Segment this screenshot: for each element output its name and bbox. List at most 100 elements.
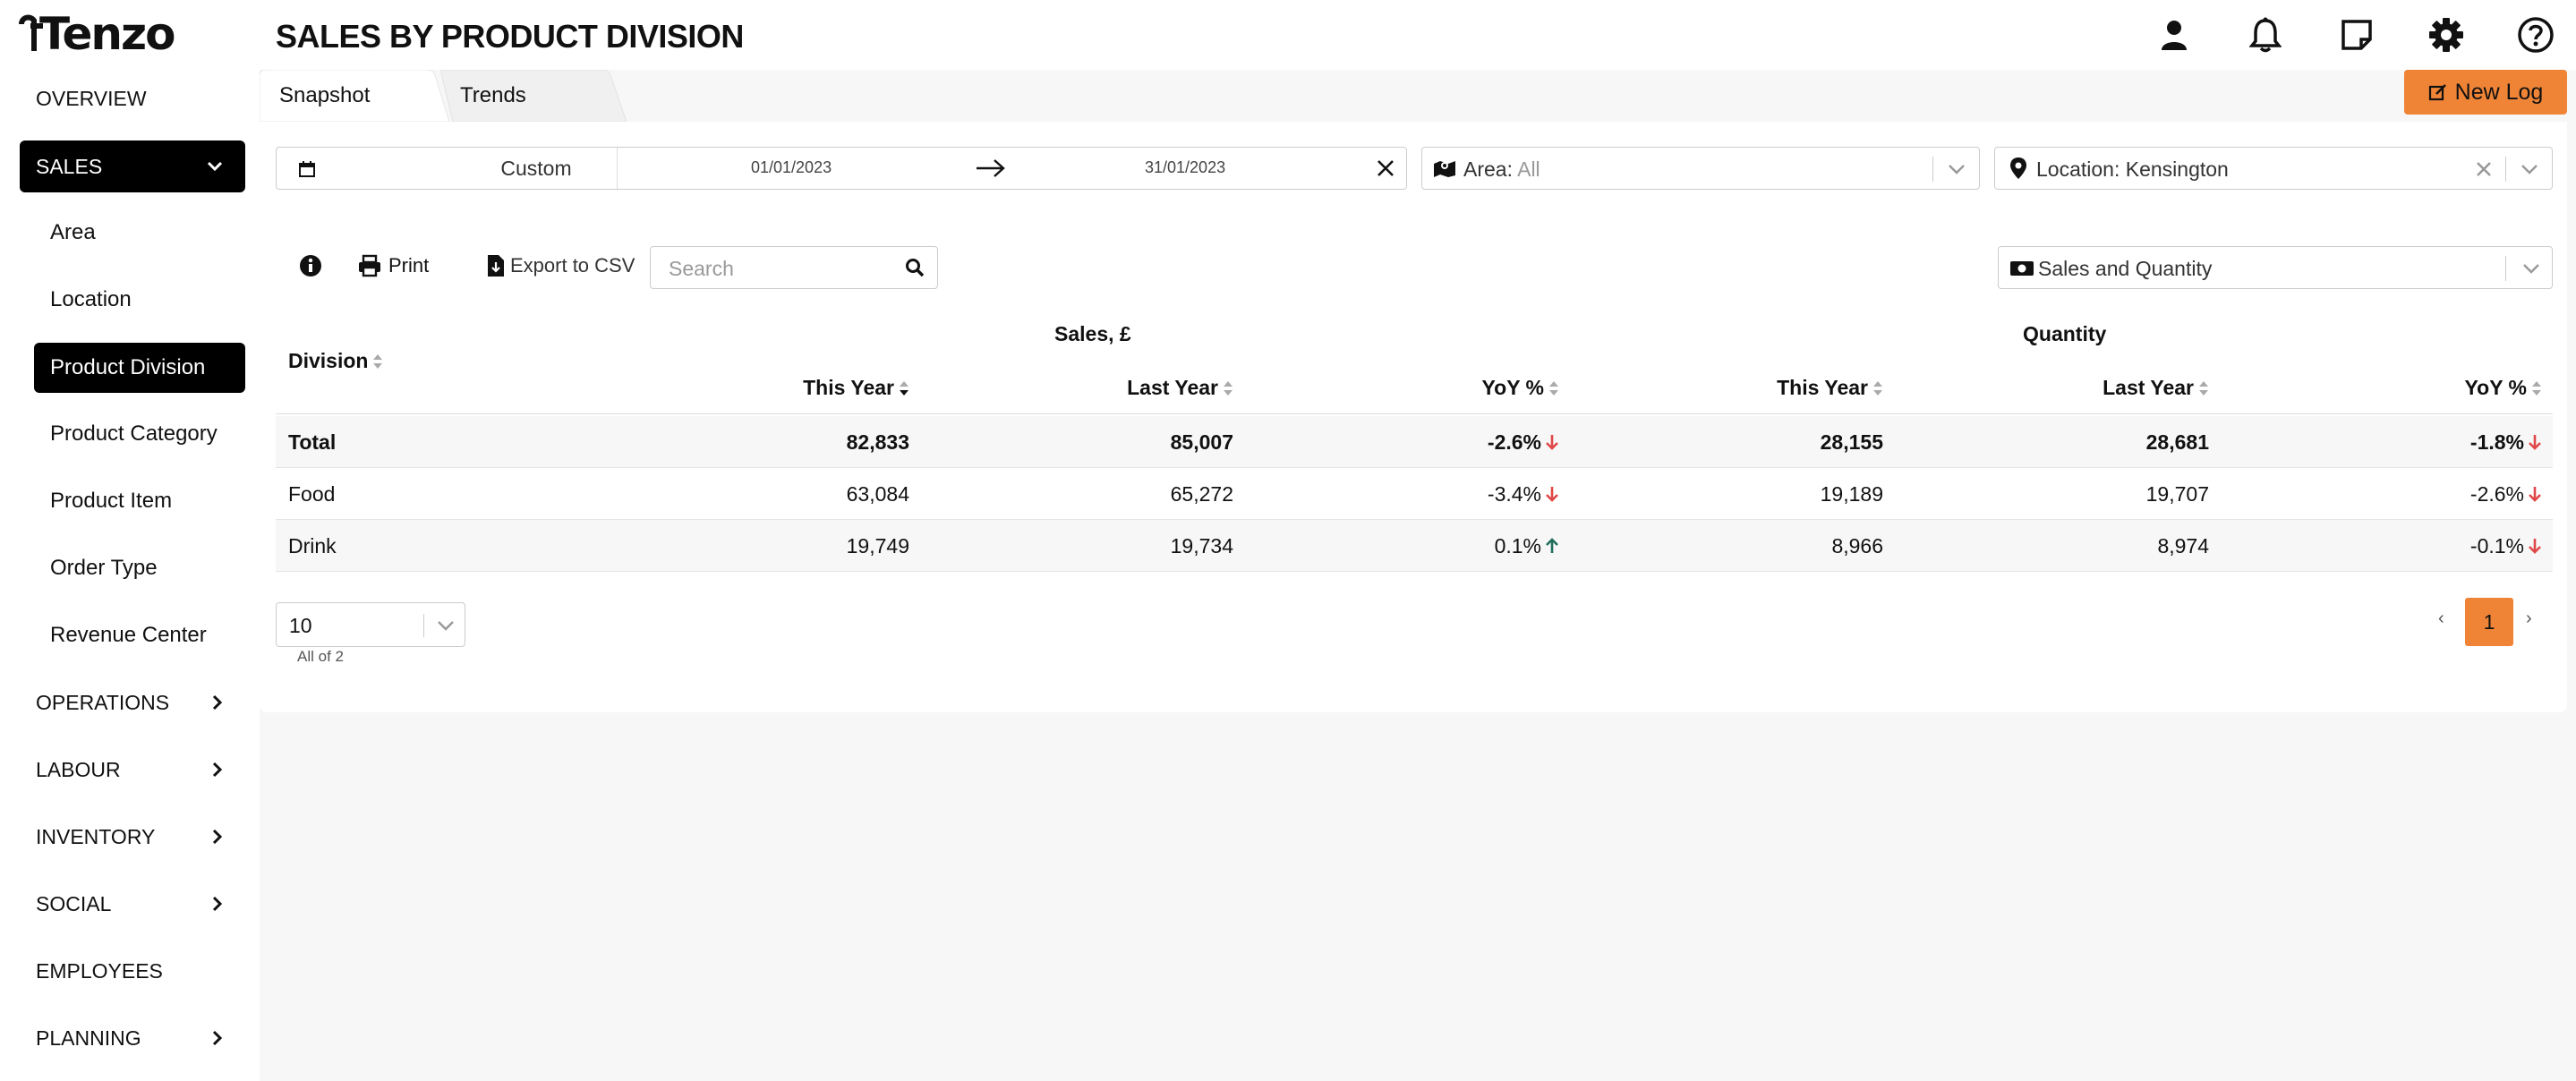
chevron-right-icon xyxy=(212,694,223,711)
group-header-quantity: Quantity xyxy=(2023,322,2107,345)
tab-snapshot-label: Snapshot xyxy=(279,83,371,107)
location-select[interactable]: Location: Kensington xyxy=(1994,147,2553,190)
pagination-summary: All of 2 xyxy=(297,648,344,665)
print-button[interactable]: Print xyxy=(358,251,429,281)
sidebar-item-label: INVENTORY xyxy=(36,824,156,848)
arrow-up-icon xyxy=(1546,538,1558,553)
column-header-qty-last-year[interactable]: Last Year xyxy=(2103,376,2209,400)
arrow-down-icon xyxy=(2529,435,2541,450)
chevron-down-icon xyxy=(1949,165,1965,174)
sidebar-item-labour[interactable]: LABOUR xyxy=(36,745,245,795)
sidebar-item-inventory[interactable]: INVENTORY xyxy=(36,812,245,862)
chevron-right-icon xyxy=(212,896,223,912)
group-header-sales: Sales, £ xyxy=(1054,322,1131,345)
clear-location-icon[interactable] xyxy=(2475,160,2493,178)
sort-icon xyxy=(1549,380,1558,396)
new-log-button[interactable]: New Log xyxy=(2404,70,2567,115)
sidebar-item-sales[interactable]: SALES xyxy=(20,140,245,192)
column-header-sales-last-year[interactable]: Last Year xyxy=(1127,376,1233,400)
sort-active-icon xyxy=(900,380,908,396)
print-label: Print xyxy=(388,254,430,277)
location-value: Kensington xyxy=(2125,157,2229,181)
map-pin-icon xyxy=(2010,157,2026,179)
edit-icon xyxy=(2428,84,2446,101)
cell-qty-ly: 19,707 xyxy=(2145,481,2209,506)
export-csv-label: Export to CSV xyxy=(510,254,635,277)
sidebar-sub-product-category[interactable]: Product Category xyxy=(50,409,245,459)
user-icon[interactable] xyxy=(2152,13,2196,57)
cell-sales-yoy: 0.1% xyxy=(1495,520,1559,572)
logo-text: Tenzo xyxy=(39,8,175,60)
metric-select[interactable]: Sales and Quantity xyxy=(1998,246,2553,289)
sidebar-sub-product-item[interactable]: Product Item xyxy=(50,476,245,526)
page-size-select[interactable]: 10 xyxy=(276,602,465,647)
tab-snapshot[interactable]: Snapshot xyxy=(260,70,453,122)
cell-qty-ly: 8,974 xyxy=(2157,533,2209,558)
sidebar-item-label: LABOUR xyxy=(36,757,121,781)
bell-icon[interactable] xyxy=(2243,13,2288,57)
cell-division: Total xyxy=(288,430,337,454)
chevron-right-icon xyxy=(212,1030,223,1046)
sort-icon xyxy=(2532,380,2541,396)
sidebar-sub-order-type[interactable]: Order Type xyxy=(50,543,245,593)
date-from-input[interactable]: 01/01/2023 xyxy=(751,158,832,177)
clear-date-icon[interactable] xyxy=(1376,158,1395,178)
chevron-down-icon xyxy=(2521,165,2538,174)
info-icon[interactable] xyxy=(299,254,322,277)
sidebar-item-operations[interactable]: OPERATIONS xyxy=(36,677,245,728)
tenzo-logo[interactable]: Tenzo xyxy=(18,8,175,60)
column-header-sales-yoy[interactable]: YoY % xyxy=(1482,376,1559,400)
chevron-right-icon xyxy=(212,829,223,845)
help-icon[interactable] xyxy=(2513,13,2558,57)
location-label: Location: xyxy=(2036,157,2120,181)
search-icon[interactable] xyxy=(905,258,925,277)
sidebar-sub-product-division[interactable]: Product Division xyxy=(34,343,245,393)
top-bar: Tenzo SALES BY PRODUCT DIVISION xyxy=(0,0,2576,70)
tab-trends[interactable]: Trends xyxy=(440,70,630,122)
arrow-down-icon xyxy=(2529,539,2541,554)
sidebar-sub-revenue-center[interactable]: Revenue Center xyxy=(50,610,245,660)
date-mode-select[interactable]: Custom xyxy=(375,148,697,189)
export-csv-button[interactable]: Export to CSV xyxy=(487,251,635,281)
sidebar-sub-location[interactable]: Location xyxy=(50,275,245,325)
cell-division: Drink xyxy=(288,533,337,558)
cell-qty-yoy: -2.6% xyxy=(2470,468,2542,520)
calendar-icon[interactable] xyxy=(298,160,316,178)
area-select[interactable]: Area: All xyxy=(1421,147,1980,190)
divider xyxy=(617,148,618,189)
header-divider xyxy=(276,413,2553,414)
column-header-qty-this-year[interactable]: This Year xyxy=(1777,376,1883,400)
sidebar-item-employees[interactable]: EMPLOYEES xyxy=(36,946,245,996)
date-to-input[interactable]: 31/01/2023 xyxy=(1145,158,1225,177)
gear-icon[interactable] xyxy=(2424,13,2469,57)
cell-sales-ty: 63,084 xyxy=(846,481,909,506)
sidebar-item-social[interactable]: SOCIAL xyxy=(36,879,245,929)
column-header-sales-this-year[interactable]: This Year xyxy=(803,376,909,400)
chevron-down-icon xyxy=(207,161,223,172)
area-value: All xyxy=(1517,157,1540,181)
next-page-button[interactable]: › xyxy=(2526,609,2532,629)
table-row[interactable]: Total 82,833 85,007 -2.6% 28,155 28,681 -1.8% xyxy=(276,416,2553,468)
column-header-division[interactable]: Division xyxy=(288,349,383,373)
table-row[interactable]: Food 63,084 65,272 -3.4% 19,189 19,707 -2.6% xyxy=(276,468,2553,520)
cell-qty-ly: 28,681 xyxy=(2145,430,2209,454)
cell-qty-ty: 8,966 xyxy=(1831,533,1883,558)
cell-sales-ly: 85,007 xyxy=(1170,430,1233,454)
note-icon[interactable] xyxy=(2334,13,2379,57)
arrow-right-icon xyxy=(977,159,1005,177)
column-header-qty-yoy[interactable]: YoY % xyxy=(2465,376,2542,400)
date-range-filter: Custom 01/01/2023 31/01/2023 xyxy=(276,147,1407,190)
sidebar-item-planning[interactable]: PLANNING xyxy=(36,1013,245,1063)
sort-icon xyxy=(1873,380,1882,396)
sidebar-item-overview[interactable]: OVERVIEW xyxy=(36,73,261,123)
cell-sales-yoy: -2.6% xyxy=(1488,416,1559,468)
search-input[interactable] xyxy=(669,256,892,281)
table-row[interactable]: Drink 19,749 19,734 0.1% 8,966 8,974 -0.1% xyxy=(276,520,2553,572)
page-button-1[interactable]: 1 xyxy=(2465,598,2513,646)
arrow-down-icon xyxy=(2529,487,2541,502)
money-icon xyxy=(2010,261,2034,276)
sidebar-sub-area[interactable]: Area xyxy=(50,208,245,258)
sort-icon xyxy=(1224,380,1233,396)
prev-page-button[interactable]: ‹ xyxy=(2438,609,2444,629)
sidebar-item-label: SOCIAL xyxy=(36,891,112,915)
